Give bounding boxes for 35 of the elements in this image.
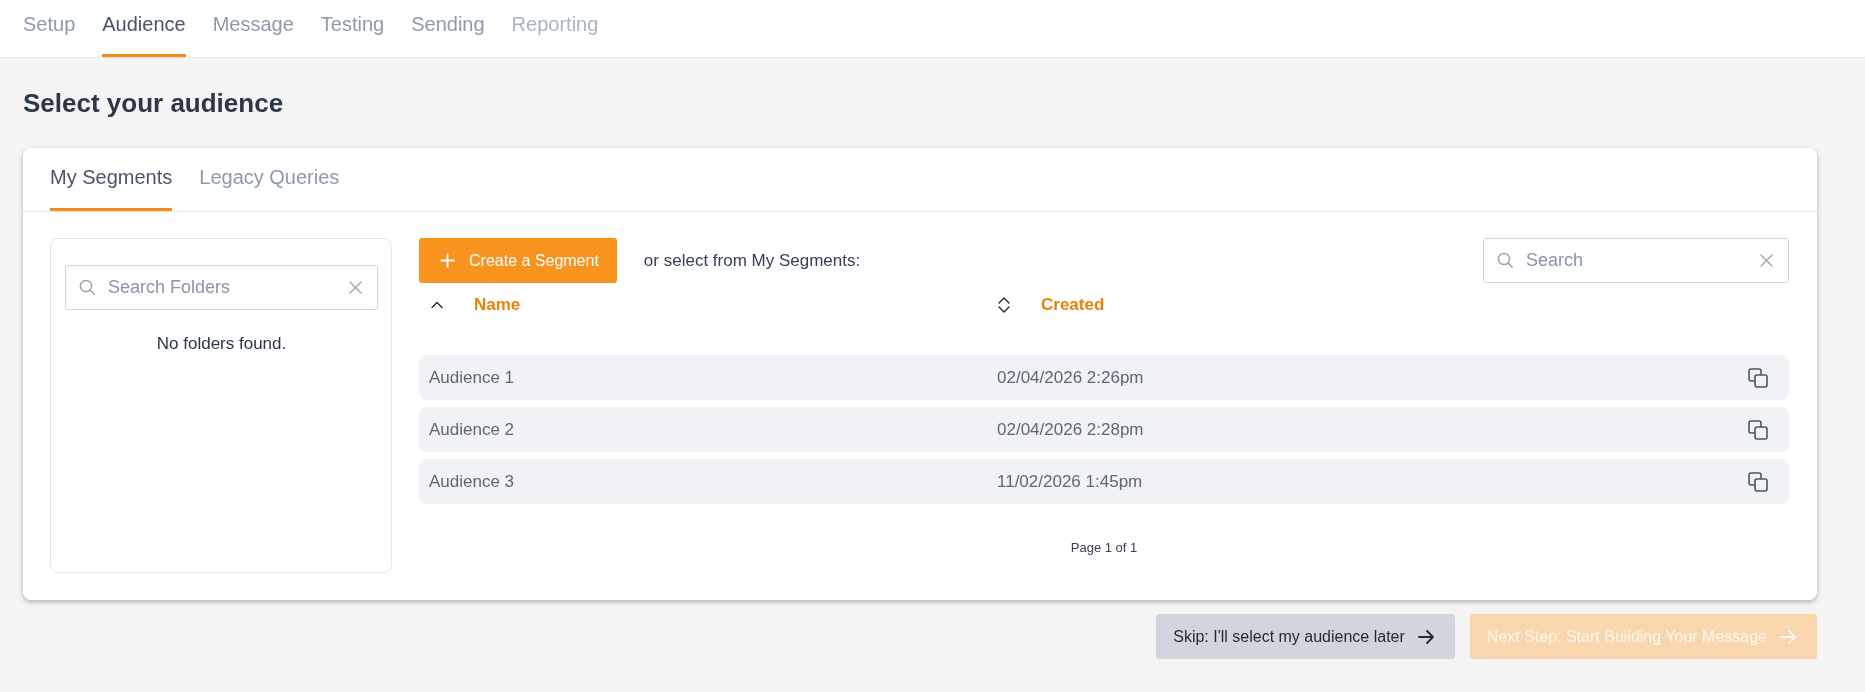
sort-icon[interactable] xyxy=(998,297,1010,313)
column-header[interactable]: Created xyxy=(1041,295,1105,315)
segment-row[interactable]: Audience 2 02/04/2026 2:28pm xyxy=(419,407,1789,452)
folder-search-field[interactable]: Search Folders xyxy=(65,265,378,310)
page-heading: Select your audience xyxy=(23,88,285,118)
step-tab[interactable]: Message xyxy=(212,0,294,57)
empty-message: No folders found. xyxy=(155,333,288,355)
copy-icon[interactable] xyxy=(1748,471,1768,492)
step-tab[interactable]: Sending xyxy=(411,0,485,57)
arrow-right-icon xyxy=(1780,628,1796,645)
segment-search-field[interactable]: Search xyxy=(1483,238,1789,283)
step-tab[interactable]: Testing xyxy=(320,0,385,57)
copy-icon[interactable] xyxy=(1748,367,1768,388)
search-icon xyxy=(79,279,95,295)
segment-row[interactable]: Audience 1 02/04/2026 2:26pm xyxy=(419,355,1789,400)
segment-name: Audience 1 xyxy=(429,367,515,388)
select-prompt: or select from My Segments: xyxy=(643,250,861,271)
create-segment-button[interactable]: Create a Segment xyxy=(419,238,617,283)
created-date: 02/04/2026 2:28pm xyxy=(997,419,1144,440)
arrow-right-icon xyxy=(1417,628,1434,645)
created-date: 02/04/2026 2:26pm xyxy=(997,367,1144,388)
segment-name: Audience 3 xyxy=(429,471,515,492)
created-date: 11/02/2026 1:45pm xyxy=(997,471,1143,492)
column-header[interactable]: Name xyxy=(474,295,521,315)
step-tab[interactable]: Audience xyxy=(102,0,186,57)
pagination-text: Page 1 of 1 xyxy=(1070,540,1138,556)
segment-name: Audience 2 xyxy=(429,419,515,440)
segment-tab[interactable]: My Segments xyxy=(50,148,173,211)
skip-button[interactable]: Skip: I'll select my audience later xyxy=(1156,614,1455,659)
copy-icon[interactable] xyxy=(1748,419,1768,440)
segment-row[interactable]: Audience 3 11/02/2026 1:45pm xyxy=(419,459,1789,504)
step-tab[interactable]: Setup xyxy=(23,0,76,57)
search-icon xyxy=(1497,252,1513,268)
segment-tab[interactable]: Legacy Queries xyxy=(199,148,340,211)
plus-icon xyxy=(440,253,455,268)
